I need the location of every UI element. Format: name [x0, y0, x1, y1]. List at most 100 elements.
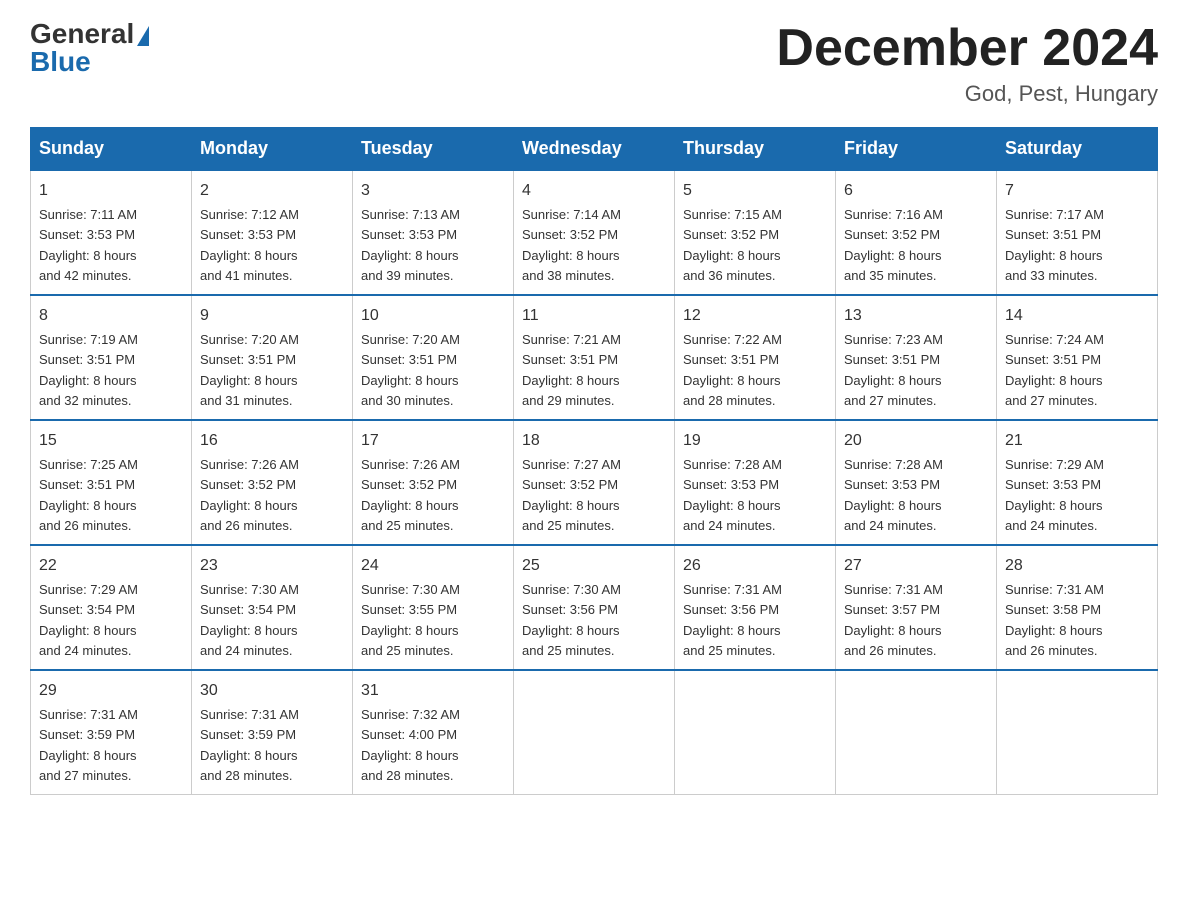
- location-text: God, Pest, Hungary: [776, 81, 1158, 107]
- day-number: 11: [522, 304, 666, 328]
- day-number: 23: [200, 554, 344, 578]
- col-saturday: Saturday: [997, 128, 1158, 171]
- day-info: Sunrise: 7:31 AMSunset: 3:56 PMDaylight:…: [683, 582, 782, 658]
- day-number: 13: [844, 304, 988, 328]
- table-row: 20 Sunrise: 7:28 AMSunset: 3:53 PMDaylig…: [836, 420, 997, 545]
- calendar-header-row: Sunday Monday Tuesday Wednesday Thursday…: [31, 128, 1158, 171]
- col-monday: Monday: [192, 128, 353, 171]
- day-number: 14: [1005, 304, 1149, 328]
- table-row: 11 Sunrise: 7:21 AMSunset: 3:51 PMDaylig…: [514, 295, 675, 420]
- col-thursday: Thursday: [675, 128, 836, 171]
- day-number: 29: [39, 679, 183, 703]
- day-info: Sunrise: 7:29 AMSunset: 3:53 PMDaylight:…: [1005, 457, 1104, 533]
- day-info: Sunrise: 7:15 AMSunset: 3:52 PMDaylight:…: [683, 207, 782, 283]
- logo-top-line: General: [30, 20, 149, 48]
- logo: General Blue: [30, 20, 149, 76]
- day-info: Sunrise: 7:22 AMSunset: 3:51 PMDaylight:…: [683, 332, 782, 408]
- page-header: General Blue December 2024 God, Pest, Hu…: [30, 20, 1158, 107]
- logo-blue-text: Blue: [30, 46, 91, 77]
- col-sunday: Sunday: [31, 128, 192, 171]
- day-number: 7: [1005, 179, 1149, 203]
- table-row: 12 Sunrise: 7:22 AMSunset: 3:51 PMDaylig…: [675, 295, 836, 420]
- day-info: Sunrise: 7:28 AMSunset: 3:53 PMDaylight:…: [683, 457, 782, 533]
- day-info: Sunrise: 7:31 AMSunset: 3:58 PMDaylight:…: [1005, 582, 1104, 658]
- table-row: 22 Sunrise: 7:29 AMSunset: 3:54 PMDaylig…: [31, 545, 192, 670]
- day-info: Sunrise: 7:16 AMSunset: 3:52 PMDaylight:…: [844, 207, 943, 283]
- table-row: 23 Sunrise: 7:30 AMSunset: 3:54 PMDaylig…: [192, 545, 353, 670]
- calendar-week-row: 15 Sunrise: 7:25 AMSunset: 3:51 PMDaylig…: [31, 420, 1158, 545]
- table-row: 10 Sunrise: 7:20 AMSunset: 3:51 PMDaylig…: [353, 295, 514, 420]
- day-number: 1: [39, 179, 183, 203]
- calendar-table: Sunday Monday Tuesday Wednesday Thursday…: [30, 127, 1158, 795]
- title-block: December 2024 God, Pest, Hungary: [776, 20, 1158, 107]
- table-row: 1 Sunrise: 7:11 AMSunset: 3:53 PMDayligh…: [31, 170, 192, 295]
- day-info: Sunrise: 7:30 AMSunset: 3:54 PMDaylight:…: [200, 582, 299, 658]
- table-row: 2 Sunrise: 7:12 AMSunset: 3:53 PMDayligh…: [192, 170, 353, 295]
- day-info: Sunrise: 7:27 AMSunset: 3:52 PMDaylight:…: [522, 457, 621, 533]
- table-row: 15 Sunrise: 7:25 AMSunset: 3:51 PMDaylig…: [31, 420, 192, 545]
- day-number: 5: [683, 179, 827, 203]
- day-number: 28: [1005, 554, 1149, 578]
- table-row: 28 Sunrise: 7:31 AMSunset: 3:58 PMDaylig…: [997, 545, 1158, 670]
- logo-general-text: General: [30, 18, 149, 49]
- col-wednesday: Wednesday: [514, 128, 675, 171]
- day-number: 15: [39, 429, 183, 453]
- day-info: Sunrise: 7:24 AMSunset: 3:51 PMDaylight:…: [1005, 332, 1104, 408]
- day-info: Sunrise: 7:26 AMSunset: 3:52 PMDaylight:…: [200, 457, 299, 533]
- day-number: 27: [844, 554, 988, 578]
- day-info: Sunrise: 7:30 AMSunset: 3:56 PMDaylight:…: [522, 582, 621, 658]
- day-number: 9: [200, 304, 344, 328]
- table-row: 4 Sunrise: 7:14 AMSunset: 3:52 PMDayligh…: [514, 170, 675, 295]
- calendar-week-row: 29 Sunrise: 7:31 AMSunset: 3:59 PMDaylig…: [31, 670, 1158, 795]
- day-number: 19: [683, 429, 827, 453]
- col-friday: Friday: [836, 128, 997, 171]
- table-row: 17 Sunrise: 7:26 AMSunset: 3:52 PMDaylig…: [353, 420, 514, 545]
- table-row: [836, 670, 997, 795]
- day-info: Sunrise: 7:14 AMSunset: 3:52 PMDaylight:…: [522, 207, 621, 283]
- day-number: 2: [200, 179, 344, 203]
- table-row: 25 Sunrise: 7:30 AMSunset: 3:56 PMDaylig…: [514, 545, 675, 670]
- table-row: 21 Sunrise: 7:29 AMSunset: 3:53 PMDaylig…: [997, 420, 1158, 545]
- day-info: Sunrise: 7:25 AMSunset: 3:51 PMDaylight:…: [39, 457, 138, 533]
- day-info: Sunrise: 7:20 AMSunset: 3:51 PMDaylight:…: [361, 332, 460, 408]
- day-info: Sunrise: 7:32 AMSunset: 4:00 PMDaylight:…: [361, 707, 460, 783]
- calendar-week-row: 8 Sunrise: 7:19 AMSunset: 3:51 PMDayligh…: [31, 295, 1158, 420]
- day-number: 21: [1005, 429, 1149, 453]
- day-info: Sunrise: 7:20 AMSunset: 3:51 PMDaylight:…: [200, 332, 299, 408]
- day-number: 31: [361, 679, 505, 703]
- day-info: Sunrise: 7:30 AMSunset: 3:55 PMDaylight:…: [361, 582, 460, 658]
- day-info: Sunrise: 7:29 AMSunset: 3:54 PMDaylight:…: [39, 582, 138, 658]
- table-row: 8 Sunrise: 7:19 AMSunset: 3:51 PMDayligh…: [31, 295, 192, 420]
- day-info: Sunrise: 7:28 AMSunset: 3:53 PMDaylight:…: [844, 457, 943, 533]
- day-number: 10: [361, 304, 505, 328]
- day-info: Sunrise: 7:23 AMSunset: 3:51 PMDaylight:…: [844, 332, 943, 408]
- day-info: Sunrise: 7:31 AMSunset: 3:59 PMDaylight:…: [200, 707, 299, 783]
- table-row: 31 Sunrise: 7:32 AMSunset: 4:00 PMDaylig…: [353, 670, 514, 795]
- day-number: 22: [39, 554, 183, 578]
- table-row: 24 Sunrise: 7:30 AMSunset: 3:55 PMDaylig…: [353, 545, 514, 670]
- day-info: Sunrise: 7:13 AMSunset: 3:53 PMDaylight:…: [361, 207, 460, 283]
- table-row: 14 Sunrise: 7:24 AMSunset: 3:51 PMDaylig…: [997, 295, 1158, 420]
- day-info: Sunrise: 7:31 AMSunset: 3:59 PMDaylight:…: [39, 707, 138, 783]
- month-title: December 2024: [776, 20, 1158, 77]
- table-row: 9 Sunrise: 7:20 AMSunset: 3:51 PMDayligh…: [192, 295, 353, 420]
- day-number: 17: [361, 429, 505, 453]
- day-info: Sunrise: 7:26 AMSunset: 3:52 PMDaylight:…: [361, 457, 460, 533]
- col-tuesday: Tuesday: [353, 128, 514, 171]
- table-row: [675, 670, 836, 795]
- calendar-week-row: 22 Sunrise: 7:29 AMSunset: 3:54 PMDaylig…: [31, 545, 1158, 670]
- day-number: 16: [200, 429, 344, 453]
- day-number: 26: [683, 554, 827, 578]
- table-row: 18 Sunrise: 7:27 AMSunset: 3:52 PMDaylig…: [514, 420, 675, 545]
- day-number: 8: [39, 304, 183, 328]
- day-number: 25: [522, 554, 666, 578]
- calendar-week-row: 1 Sunrise: 7:11 AMSunset: 3:53 PMDayligh…: [31, 170, 1158, 295]
- day-number: 24: [361, 554, 505, 578]
- day-info: Sunrise: 7:12 AMSunset: 3:53 PMDaylight:…: [200, 207, 299, 283]
- table-row: 16 Sunrise: 7:26 AMSunset: 3:52 PMDaylig…: [192, 420, 353, 545]
- day-number: 20: [844, 429, 988, 453]
- table-row: 3 Sunrise: 7:13 AMSunset: 3:53 PMDayligh…: [353, 170, 514, 295]
- day-number: 18: [522, 429, 666, 453]
- table-row: 26 Sunrise: 7:31 AMSunset: 3:56 PMDaylig…: [675, 545, 836, 670]
- table-row: 30 Sunrise: 7:31 AMSunset: 3:59 PMDaylig…: [192, 670, 353, 795]
